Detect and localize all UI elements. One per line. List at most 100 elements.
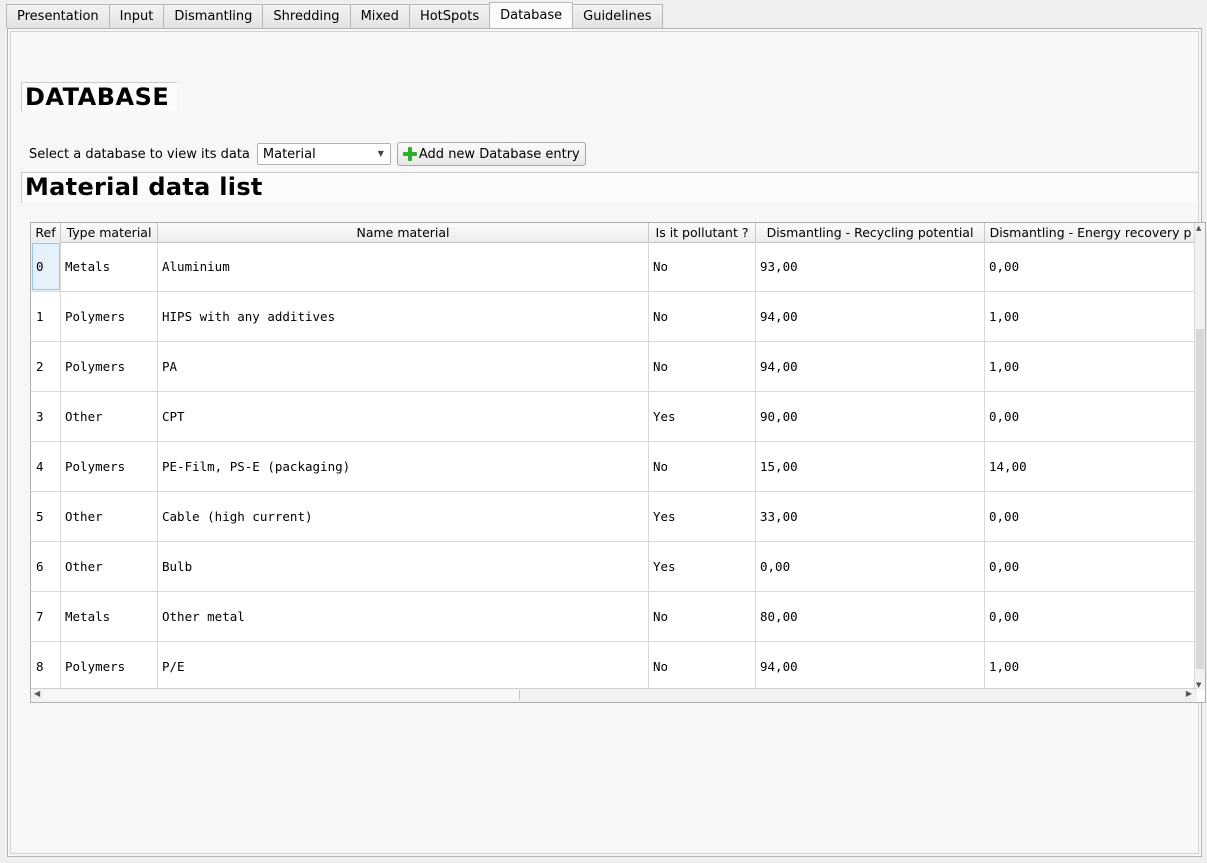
table-header: Ref Type material Name material Is it pollu…	[31, 223, 1197, 243]
table-cell[interactable]: 1	[31, 292, 61, 341]
section-title: Material data list	[25, 173, 263, 201]
table-cell[interactable]: Yes	[649, 542, 756, 591]
table-cell[interactable]: PA	[158, 342, 649, 391]
add-button-label: Add new Database entry	[418, 146, 580, 162]
table-cell[interactable]: No	[649, 642, 756, 691]
table-cell[interactable]: 4	[31, 442, 61, 491]
table-row[interactable]: 5 Other Cable (high current) Yes 33,00 0,00	[31, 492, 1197, 542]
table-cell[interactable]: 8	[31, 642, 61, 691]
scroll-up-icon[interactable]: ▲	[1196, 224, 1201, 232]
plus-icon	[402, 146, 418, 162]
table-cell[interactable]: 6	[31, 542, 61, 591]
table-cell[interactable]: Aluminium	[158, 242, 649, 291]
tab-presentation[interactable]: Presentation	[6, 4, 110, 28]
table-row[interactable]: 7 Metals Other metal No 80,00 0,00	[31, 592, 1197, 642]
table-cell[interactable]: 94,00	[756, 292, 985, 341]
table-cell[interactable]: 1,00	[985, 642, 1197, 691]
table-cell[interactable]: HIPS with any additives	[158, 292, 649, 341]
tab-mixed[interactable]: Mixed	[349, 4, 410, 28]
table-cell[interactable]: No	[649, 342, 756, 391]
table-cell[interactable]: Bulb	[158, 542, 649, 591]
table-cell[interactable]: 0,00	[985, 592, 1197, 641]
table-cell[interactable]: No	[649, 592, 756, 641]
tab-hotspots[interactable]: HotSpots	[408, 4, 491, 28]
tab-input[interactable]: Input	[108, 4, 165, 28]
add-database-entry-button[interactable]: Add new Database entry	[396, 142, 586, 166]
table-cell[interactable]: 14,00	[985, 442, 1197, 491]
table-row[interactable]: 2 Polymers PA No 94,00 1,00	[31, 342, 1197, 392]
table-row[interactable]: 4 Polymers PE-Film, PS-E (packaging) No 15,0…	[31, 442, 1197, 492]
table-cell[interactable]: PE-Film, PS-E (packaging)	[158, 442, 649, 491]
table-cell[interactable]: 33,00	[756, 492, 985, 541]
table-cell[interactable]: 0	[31, 242, 61, 291]
table-cell[interactable]: Metals	[61, 242, 158, 291]
table-cell[interactable]: 7	[31, 592, 61, 641]
column-header[interactable]: Is it pollutant ?	[649, 223, 756, 242]
material-data-table[interactable]: Ref Type material Name material Is it pollu…	[30, 222, 1206, 703]
tab-bar: Presentation Input Dismantling Shredding Mix…	[6, 2, 663, 29]
table-cell[interactable]: Cable (high current)	[158, 492, 649, 541]
page-title-box: DATABASE	[21, 82, 177, 111]
table-cell[interactable]: 0,00	[985, 542, 1197, 591]
select-label: Select a database to view its data	[29, 146, 250, 162]
tab-database[interactable]: Database	[489, 2, 574, 28]
column-header[interactable]: Ref	[31, 223, 61, 242]
table-body: 0 Metals Aluminium No 93,00 0,00 1 Polymers HIPS…	[31, 242, 1197, 692]
table-cell[interactable]: 90,00	[756, 392, 985, 441]
table-cell[interactable]: 15,00	[756, 442, 985, 491]
table-cell[interactable]: Polymers	[61, 442, 158, 491]
table-cell[interactable]: 93,00	[756, 242, 985, 291]
table-cell[interactable]: Other	[61, 542, 158, 591]
table-cell[interactable]: Metals	[61, 592, 158, 641]
table-cell[interactable]: Polymers	[61, 642, 158, 691]
table-cell[interactable]: 1,00	[985, 342, 1197, 391]
tab-guidelines[interactable]: Guidelines	[572, 4, 663, 28]
tab-dismantling[interactable]: Dismantling	[163, 4, 264, 28]
vertical-scroll-thumb[interactable]	[1196, 329, 1204, 669]
table-cell[interactable]: 94,00	[756, 342, 985, 391]
column-header[interactable]: Dismantling - Energy recovery p	[985, 223, 1197, 242]
table-row[interactable]: 0 Metals Aluminium No 93,00 0,00	[31, 242, 1197, 292]
column-header[interactable]: Name material	[158, 223, 649, 242]
table-cell[interactable]: 80,00	[756, 592, 985, 641]
panel-inner: DATABASE Select a database to view its d…	[10, 31, 1206, 854]
tab-shredding[interactable]: Shredding	[262, 4, 351, 28]
table-cell[interactable]: 0,00	[756, 542, 985, 591]
database-select-row: Select a database to view its data Mater…	[29, 142, 586, 166]
chevron-down-icon: ▼	[377, 149, 384, 158]
table-row[interactable]: 3 Other CPT Yes 90,00 0,00	[31, 392, 1197, 442]
horizontal-scroll-thumb[interactable]	[43, 690, 520, 700]
table-cell[interactable]: Polymers	[61, 342, 158, 391]
table-cell[interactable]: 0,00	[985, 392, 1197, 441]
page-title: DATABASE	[25, 83, 170, 111]
table-row[interactable]: 1 Polymers HIPS with any additives No 94,00 1…	[31, 292, 1197, 342]
table-row[interactable]: 8 Polymers P/E No 94,00 1,00	[31, 642, 1197, 692]
table-cell[interactable]: No	[649, 442, 756, 491]
scroll-right-icon[interactable]: ▶	[1186, 689, 1192, 698]
table-cell[interactable]: Polymers	[61, 292, 158, 341]
table-cell[interactable]: 5	[31, 492, 61, 541]
table-cell[interactable]: CPT	[158, 392, 649, 441]
table-row[interactable]: 6 Other Bulb Yes 0,00 0,00	[31, 542, 1197, 592]
scroll-left-icon[interactable]: ◀	[34, 689, 40, 698]
vertical-scrollbar[interactable]: ▲ ▼	[1194, 223, 1205, 690]
table-cell[interactable]: Yes	[649, 492, 756, 541]
table-cell[interactable]: 2	[31, 342, 61, 391]
table-cell[interactable]: Other	[61, 492, 158, 541]
table-cell[interactable]: No	[649, 242, 756, 291]
table-cell[interactable]: P/E	[158, 642, 649, 691]
horizontal-scrollbar[interactable]: ◀ ▶	[31, 688, 1197, 702]
database-select[interactable]: Material ▼	[256, 143, 391, 165]
table-cell[interactable]: 0,00	[985, 492, 1197, 541]
table-cell[interactable]: 94,00	[756, 642, 985, 691]
database-select-value: Material	[262, 146, 316, 162]
column-header[interactable]: Type material	[61, 223, 158, 242]
table-cell[interactable]: No	[649, 292, 756, 341]
table-cell[interactable]: 1,00	[985, 292, 1197, 341]
table-cell[interactable]: 3	[31, 392, 61, 441]
table-cell[interactable]: Yes	[649, 392, 756, 441]
column-header[interactable]: Dismantling - Recycling potential	[756, 223, 985, 242]
table-cell[interactable]: 0,00	[985, 242, 1197, 291]
table-cell[interactable]: Other metal	[158, 592, 649, 641]
table-cell[interactable]: Other	[61, 392, 158, 441]
